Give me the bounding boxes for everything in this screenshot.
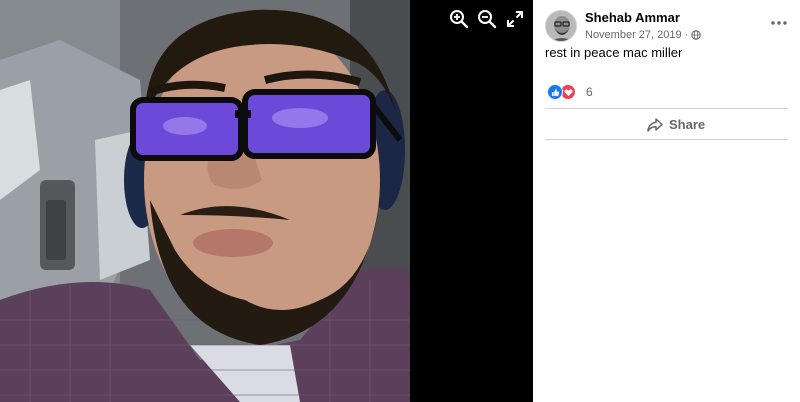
share-button[interactable]: Share <box>643 115 709 134</box>
avatar[interactable] <box>545 10 577 42</box>
reactions-summary[interactable]: 6 <box>547 84 593 100</box>
share-label: Share <box>669 117 706 132</box>
photo[interactable] <box>0 0 410 402</box>
fullscreen-icon[interactable] <box>504 8 526 30</box>
author-name[interactable]: Shehab Ammar <box>585 10 701 26</box>
share-icon <box>647 117 663 132</box>
post-text: rest in peace mac miller <box>545 45 683 60</box>
post-meta: Shehab Ammar November 27, 2019 · <box>585 10 701 42</box>
divider <box>545 108 788 109</box>
post-date[interactable]: November 27, 2019 <box>585 28 682 42</box>
photo-illustration <box>0 0 410 402</box>
more-options-button[interactable] <box>768 12 790 34</box>
post-header: Shehab Ammar November 27, 2019 · <box>545 10 701 42</box>
globe-icon <box>691 30 701 40</box>
post-panel: Shehab Ammar November 27, 2019 · rest in… <box>533 0 800 402</box>
reaction-count: 6 <box>586 85 593 99</box>
more-horizontal-icon <box>771 21 787 25</box>
post-subline: November 27, 2019 · <box>585 28 701 42</box>
avatar-image <box>546 11 576 41</box>
like-reaction-icon <box>547 84 563 100</box>
viewer-controls <box>448 8 526 30</box>
zoom-in-icon[interactable] <box>448 8 470 30</box>
divider <box>545 139 788 140</box>
photo-viewer <box>0 0 533 402</box>
zoom-out-icon[interactable] <box>476 8 498 30</box>
separator-dot: · <box>684 29 689 41</box>
